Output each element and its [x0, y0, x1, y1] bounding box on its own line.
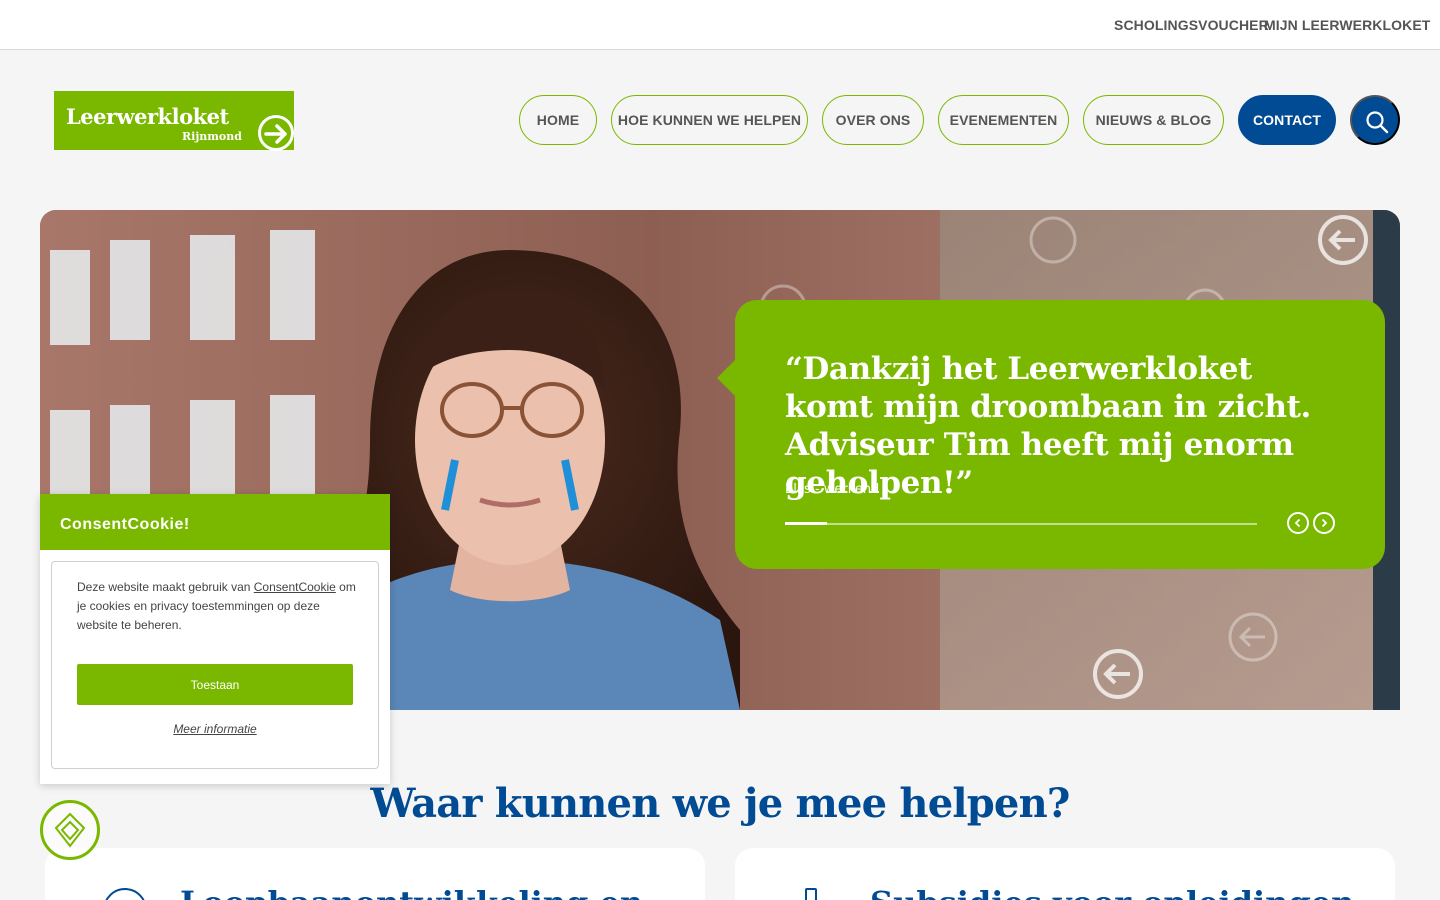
nav-over-ons[interactable]: OVER ONS	[822, 95, 924, 145]
consentcookie-badge[interactable]	[40, 800, 100, 860]
cookie-dialog-text: Deze website maakt gebruik van ConsentCo…	[77, 578, 357, 635]
search-button[interactable]	[1350, 95, 1400, 145]
cookie-dialog-body: Deze website maakt gebruik van ConsentCo…	[51, 561, 379, 769]
cookie-dialog-title: ConsentCookie!	[60, 516, 190, 533]
nav-evenementen[interactable]: EVENEMENTEN	[938, 95, 1069, 145]
nav-hoe-kunnen-we-helpen[interactable]: HOE KUNNEN WE HELPEN	[611, 95, 808, 145]
nav-nieuws-blog[interactable]: NIEUWS & BLOG	[1083, 95, 1224, 145]
slider-progress	[785, 522, 1257, 525]
service-card-subsidies[interactable]: Subsidies voor opleidingen	[735, 848, 1395, 900]
cookie-more-info-link[interactable]: Meer informatie	[52, 722, 378, 736]
nav-home[interactable]: HOME	[519, 95, 597, 145]
scholingsvoucher-link[interactable]: SCHOLINGSVOUCHER	[1114, 17, 1269, 33]
slider-prev-button[interactable]	[1287, 512, 1309, 534]
testimonial-quote: “Dankzij het Leerwerkloket komt mijn dro…	[785, 351, 1311, 501]
speech-notch	[717, 360, 735, 396]
cookie-accept-button[interactable]: Toestaan	[77, 664, 353, 705]
slider-next-button[interactable]	[1313, 512, 1335, 534]
cookie-text-before: Deze website maakt gebruik van	[77, 580, 254, 594]
nav-contact[interactable]: CONTACT	[1238, 95, 1336, 145]
cookie-dialog-header: ConsentCookie!	[40, 494, 390, 550]
logo-name: Leerwerkloket	[66, 104, 229, 129]
service-card-title: Subsidies voor opleidingen	[870, 884, 1354, 900]
chevron-left-icon	[1294, 518, 1301, 528]
logo-subtitle: Rijnmond	[182, 130, 242, 143]
service-card-loopbaan[interactable]: Loopbaanontwikkeling en	[45, 848, 705, 900]
service-card-title: Loopbaanontwikkeling en	[180, 884, 643, 900]
cookie-consent-dialog: ConsentCookie! Deze website maakt gebrui…	[40, 494, 390, 784]
arrow-right-icon	[258, 115, 294, 151]
consentcookie-icon	[54, 812, 86, 848]
search-icon	[1366, 111, 1389, 134]
testimonial-card: “Dankzij het Leerwerkloket komt mijn dro…	[717, 300, 1385, 569]
mijn-leerwerkloket-link[interactable]: MIJN LEERWERKLOKET	[1264, 17, 1430, 33]
top-utility-bar: SCHOLINGSVOUCHER MIJN LEERWERKLOKET	[0, 0, 1440, 50]
site-logo[interactable]: Leerwerkloket Rijnmond	[54, 91, 294, 151]
chevron-right-icon	[1321, 518, 1328, 528]
career-icon	[103, 888, 147, 900]
section-title: Waar kunnen we je mee helpen?	[370, 780, 1071, 827]
subsidy-icon	[805, 888, 817, 900]
consentcookie-link[interactable]: ConsentCookie	[254, 580, 336, 594]
slider-progress-fill	[785, 522, 828, 525]
testimonial-author: Ellis - werkend	[785, 482, 880, 497]
